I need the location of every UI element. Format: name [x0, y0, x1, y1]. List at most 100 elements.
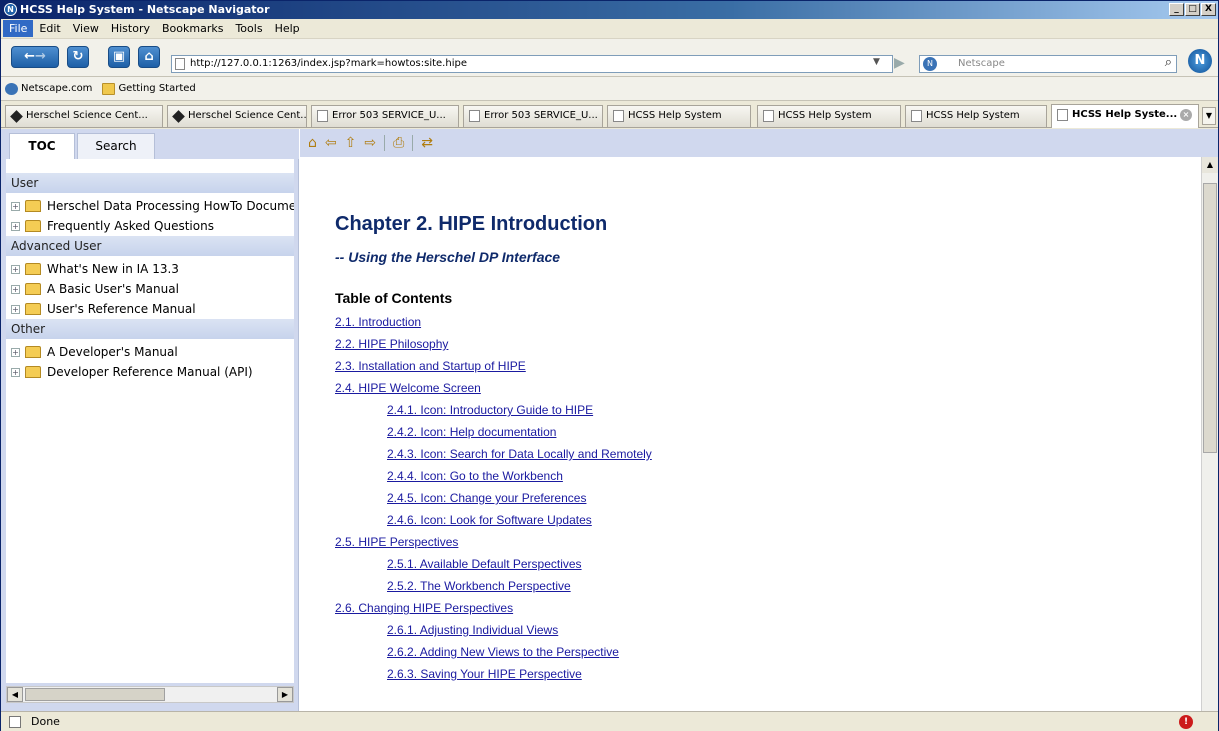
tab-label: HCSS Help System: [778, 110, 872, 121]
document-vertical-scrollbar[interactable]: ▲: [1201, 157, 1218, 711]
search-icon[interactable]: ⌕: [1165, 55, 1172, 71]
toc-item-basic-manual[interactable]: + A Basic User's Manual: [6, 279, 294, 299]
toc-link[interactable]: 2.4.6. Icon: Look for Software Updates: [335, 509, 1175, 531]
document-icon: [317, 110, 328, 122]
expand-icon[interactable]: +: [11, 284, 20, 294]
home-button[interactable]: ⌂: [138, 46, 160, 68]
toc-link[interactable]: 2.5.2. The Workbench Perspective: [335, 575, 1175, 597]
maximize-button[interactable]: □: [1185, 3, 1200, 16]
expand-icon[interactable]: +: [11, 367, 20, 377]
window-title: HCSS Help System - Netscape Navigator: [20, 3, 270, 16]
toc-link[interactable]: 2.5. HIPE Perspectives: [335, 531, 1175, 553]
netscape-logo-icon[interactable]: N: [1188, 49, 1212, 73]
home-icon[interactable]: ⌂: [308, 135, 317, 151]
stop-icon: ▣: [112, 49, 126, 64]
tab-search[interactable]: Search: [77, 133, 155, 159]
toc-link[interactable]: 2.4.2. Icon: Help documentation: [335, 421, 1175, 443]
bookmark-getting-started[interactable]: Getting Started: [102, 82, 196, 95]
url-input[interactable]: http://127.0.0.1:1263/index.jsp?mark=how…: [171, 55, 893, 73]
scroll-up-icon[interactable]: ▲: [1202, 157, 1218, 173]
up-icon[interactable]: ⇧: [345, 135, 357, 151]
menu-file[interactable]: File: [3, 20, 34, 37]
expand-icon[interactable]: +: [11, 264, 20, 274]
document-icon: [613, 110, 624, 122]
tab-herschel-2[interactable]: Herschel Science Cent...: [167, 105, 307, 127]
toc-link[interactable]: 2.1. Introduction: [335, 311, 1175, 333]
close-tab-icon[interactable]: ×: [1180, 109, 1192, 121]
close-window-button[interactable]: X: [1201, 3, 1216, 16]
sync-toc-icon[interactable]: ⇄: [421, 135, 433, 151]
tab-hcss-help-3[interactable]: HCSS Help System: [905, 105, 1047, 127]
back-icon[interactable]: ⇦: [325, 135, 337, 151]
toc-panel: User + Herschel Data Processing HowTo Do…: [6, 159, 294, 683]
tab-hcss-help-1[interactable]: HCSS Help System: [607, 105, 751, 127]
toc-link[interactable]: 2.4. HIPE Welcome Screen: [335, 377, 1175, 399]
menu-tools[interactable]: Tools: [229, 20, 268, 37]
minimize-button[interactable]: _: [1169, 3, 1184, 16]
book-icon: [25, 220, 41, 232]
toc-link[interactable]: 2.5.1. Available Default Perspectives: [335, 553, 1175, 575]
search-input[interactable]: N Netscape ⌕: [919, 55, 1177, 73]
menu-edit[interactable]: Edit: [33, 20, 66, 37]
alert-icon[interactable]: !: [1179, 715, 1193, 729]
tab-error-503-2[interactable]: Error 503 SERVICE_U...: [463, 105, 603, 127]
toc-link[interactable]: 2.6.2. Adding New Views to the Perspecti…: [335, 641, 1175, 663]
toc-link[interactable]: 2.2. HIPE Philosophy: [335, 333, 1175, 355]
url-dropdown-arrow[interactable]: ▼: [873, 57, 880, 67]
tab-label: Herschel Science Cent...: [188, 110, 307, 121]
back-forward-button[interactable]: ←→: [11, 46, 59, 68]
reload-button[interactable]: ↻: [67, 46, 89, 68]
scroll-left-icon[interactable]: ◀: [7, 687, 23, 702]
menu-history[interactable]: History: [105, 20, 156, 37]
title-bar: N HCSS Help System - Netscape Navigator …: [1, 1, 1218, 19]
toc-link[interactable]: 2.6. Changing HIPE Perspectives: [335, 597, 1175, 619]
tab-error-503-1[interactable]: Error 503 SERVICE_U...: [311, 105, 459, 127]
folder-icon: [102, 82, 116, 95]
tab-list-button[interactable]: ▼: [1202, 107, 1216, 125]
bookmark-netscape[interactable]: Netscape.com: [5, 82, 93, 95]
document-viewer: ⌂ ⇦ ⇧ ⇨ ⎙ ⇄ Chapter 2. HIPE Introduction…: [300, 129, 1218, 711]
toc-link[interactable]: 2.4.5. Icon: Change your Preferences: [335, 487, 1175, 509]
expand-icon[interactable]: +: [11, 201, 20, 211]
book-icon: [25, 283, 41, 295]
viewer-toolbar: ⌂ ⇦ ⇧ ⇨ ⎙ ⇄: [300, 129, 1218, 157]
bookmarks-toolbar: Netscape.com Getting Started: [1, 77, 1218, 101]
toc-item-whats-new[interactable]: + What's New in IA 13.3: [6, 259, 294, 279]
expand-icon[interactable]: +: [11, 221, 20, 231]
print-icon[interactable]: ⎙: [393, 135, 404, 151]
menu-bookmarks[interactable]: Bookmarks: [156, 20, 229, 37]
menu-help[interactable]: Help: [269, 20, 306, 37]
menu-view[interactable]: View: [67, 20, 105, 37]
expand-icon[interactable]: +: [11, 304, 20, 314]
toc-item-faq[interactable]: + Frequently Asked Questions: [6, 216, 294, 236]
sidebar-horizontal-scrollbar[interactable]: ◀ ▶: [6, 686, 294, 703]
tab-hcss-help-2[interactable]: HCSS Help System: [757, 105, 901, 127]
toc-item-developer-api[interactable]: + Developer Reference Manual (API): [6, 362, 294, 382]
toc-link[interactable]: 2.3. Installation and Startup of HIPE: [335, 355, 1175, 377]
book-icon: [25, 346, 41, 358]
bookmark-label: Netscape.com: [21, 83, 93, 94]
tab-toc[interactable]: TOC: [9, 133, 75, 159]
toolbar-separator: [412, 135, 414, 151]
stop-button[interactable]: ▣: [108, 46, 130, 68]
toc-link[interactable]: 2.6.1. Adjusting Individual Views: [335, 619, 1175, 641]
expand-icon[interactable]: +: [11, 347, 20, 357]
search-engine-icon[interactable]: N: [923, 57, 937, 71]
navigation-toolbar: ←→ ↻ ▣ ⌂ http://127.0.0.1:1263/index.jsp…: [1, 39, 1218, 77]
toc-item-label: What's New in IA 13.3: [47, 262, 179, 276]
toc-link[interactable]: 2.6.3. Saving Your HIPE Perspective: [335, 663, 1175, 685]
forward-icon[interactable]: ⇨: [364, 135, 376, 151]
toc-link[interactable]: 2.4.1. Icon: Introductory Guide to HIPE: [335, 399, 1175, 421]
toc-item-reference-manual[interactable]: + User's Reference Manual: [6, 299, 294, 319]
scroll-right-icon[interactable]: ▶: [277, 687, 293, 702]
tab-hcss-help-active[interactable]: HCSS Help Syste... ×: [1051, 104, 1199, 128]
toc-item-developers-manual[interactable]: + A Developer's Manual: [6, 342, 294, 362]
scrollbar-thumb[interactable]: [1203, 183, 1217, 453]
go-button[interactable]: ▶: [894, 55, 912, 73]
scrollbar-thumb[interactable]: [25, 688, 165, 701]
toc-item-howto[interactable]: + Herschel Data Processing HowTo Documer: [6, 196, 294, 216]
toc-link[interactable]: 2.4.3. Icon: Search for Data Locally and…: [335, 443, 1175, 465]
tab-herschel-1[interactable]: Herschel Science Cent...: [5, 105, 163, 127]
page-status-icon: [9, 716, 21, 728]
toc-link[interactable]: 2.4.4. Icon: Go to the Workbench: [335, 465, 1175, 487]
